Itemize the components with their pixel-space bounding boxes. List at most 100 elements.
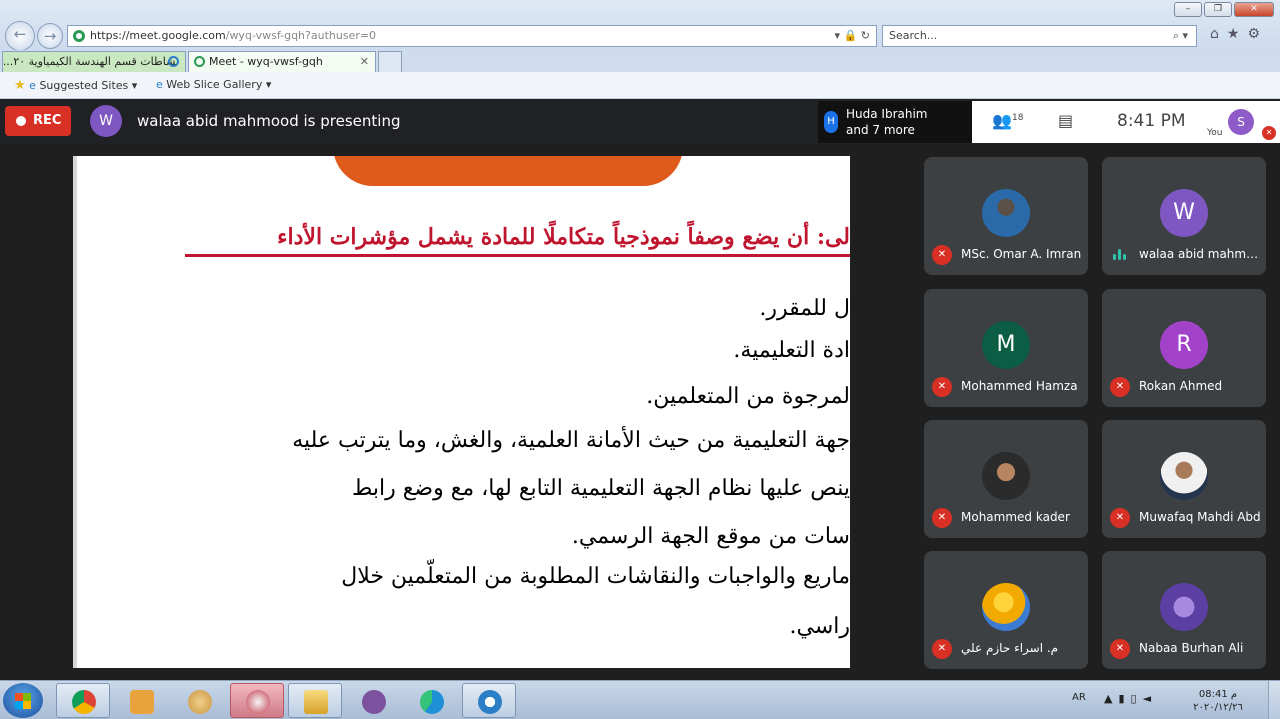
- meeting-clock: 8:41 PM: [1117, 111, 1186, 131]
- participant-name: Mohammed Hamza: [961, 379, 1078, 393]
- participant-tile[interactable]: ✕ Nabaa Burhan Ali: [1102, 551, 1266, 669]
- media-player-icon: [130, 690, 154, 714]
- taskbar-edge[interactable]: [404, 683, 458, 718]
- mic-off-icon: ✕: [1110, 377, 1130, 397]
- slide-line: ماريع والواجبات والنقاشات المطلوبة من ال…: [341, 564, 850, 589]
- language-indicator[interactable]: AR: [1072, 692, 1086, 703]
- participant-tile[interactable]: W walaa abid mahmood: [1102, 157, 1266, 275]
- speaking-indicator-icon: [1112, 248, 1128, 262]
- new-tab-button[interactable]: [378, 51, 402, 72]
- refresh-icon[interactable]: ↻: [861, 29, 870, 42]
- mic-off-icon: ✕: [1110, 508, 1130, 528]
- tab-chemical-engineering[interactable]: نشاطات قسم الهندسة الكيمياوية ٢٠...: [2, 51, 186, 72]
- slide-line: ادة التعليمية.: [733, 338, 850, 363]
- volume-icon[interactable]: ◄: [1143, 692, 1157, 705]
- lock-icon[interactable]: 🔒: [844, 29, 858, 42]
- self-avatar[interactable]: S: [1228, 109, 1254, 135]
- windows-logo-icon-lower: [15, 701, 31, 709]
- ie-icon: e: [156, 78, 163, 91]
- tray-date: ٢٠٢٠/١٢/٢٦: [1193, 702, 1243, 713]
- slide-line: ينص عليها نظام الجهة التعليمية التابع له…: [351, 476, 850, 501]
- tab-meet[interactable]: Meet - wyq-vwsf-gqh ✕: [188, 51, 376, 72]
- mic-off-icon: ✕: [932, 377, 952, 397]
- participant-tile[interactable]: ✕ Muwafaq Mahdi Abd: [1102, 420, 1266, 538]
- participant-avatar: M: [982, 321, 1030, 369]
- taskbar-snipping-tool[interactable]: [230, 683, 284, 718]
- tray-clock[interactable]: 08:41 م ٢٠٢٠/١٢/٢٦: [1188, 688, 1248, 714]
- favorites-star-icon[interactable]: ★: [1227, 26, 1240, 42]
- participant-photo: [982, 583, 1030, 631]
- viber-icon: [362, 690, 386, 714]
- participant-name: Muwafaq Mahdi Abd: [1139, 510, 1261, 524]
- paint-icon: [188, 690, 212, 714]
- forward-button[interactable]: →: [37, 23, 63, 49]
- address-bar[interactable]: https://meet.google.com/wyq-vwsf-gqh?aut…: [67, 25, 877, 47]
- slide-line: راسي.: [789, 614, 851, 639]
- chat-icon[interactable]: ▤: [1058, 111, 1073, 130]
- slide-line: سات من موقع الجهة الرسمي.: [571, 524, 850, 549]
- web-slice-gallery-label: Web Slice Gallery: [166, 78, 263, 91]
- back-button[interactable]: ←: [5, 21, 35, 51]
- participant-name: Rokan Ahmed: [1139, 379, 1223, 393]
- taskbar-viber[interactable]: [346, 683, 400, 718]
- notification-avatar: H: [824, 111, 838, 133]
- home-icon[interactable]: ⌂: [1210, 26, 1219, 42]
- ie-icon: e: [29, 79, 36, 92]
- start-button[interactable]: [3, 683, 43, 718]
- meet-page-icon: [194, 56, 205, 67]
- participant-name: Nabaa Burhan Ali: [1139, 641, 1244, 655]
- minimize-button[interactable]: –: [1174, 2, 1202, 17]
- participant-photo: [982, 189, 1030, 237]
- arrow-right-icon: →: [43, 27, 57, 45]
- taskbar-explorer[interactable]: [288, 683, 342, 718]
- star-icon: ★: [14, 78, 26, 93]
- participant-name: walaa abid mahmood: [1139, 247, 1263, 261]
- people-count: 18: [1012, 113, 1024, 123]
- chevron-down-icon: ▾: [265, 78, 272, 91]
- participant-tile[interactable]: ✕ MSc. Omar A. Imran: [924, 157, 1088, 275]
- join-notification[interactable]: H Huda Ibrahim and 7 more: [818, 101, 972, 143]
- shared-slide: لى: أن يضع وصفاً نموذجياً متكاملًا للماد…: [73, 156, 850, 668]
- close-tab-icon[interactable]: ✕: [360, 52, 369, 72]
- close-window-button[interactable]: ✕: [1234, 2, 1274, 17]
- mic-off-icon: ✕: [932, 245, 952, 265]
- battery-icon[interactable]: ▯: [1131, 692, 1143, 705]
- mic-off-icon: ✕: [1262, 126, 1276, 140]
- show-hidden-icon[interactable]: ▲: [1104, 692, 1118, 705]
- taskbar-chrome[interactable]: [56, 683, 110, 718]
- snipping-tool-icon: [246, 690, 270, 714]
- participant-name: MSc. Omar A. Imran: [961, 247, 1082, 261]
- taskbar-media-player[interactable]: [114, 683, 168, 718]
- search-box[interactable]: Search... ⌕ ▾: [882, 25, 1197, 47]
- mic-off-icon: ✕: [932, 508, 952, 528]
- slide-line: جهة التعليمية من حيث الأمانة العلمية، وا…: [292, 428, 850, 453]
- participant-tile[interactable]: M ✕ Mohammed Hamza: [924, 289, 1088, 407]
- gear-icon[interactable]: ⚙: [1247, 26, 1260, 42]
- browser-icons: ⌂ ★ ⚙: [1210, 26, 1260, 42]
- maximize-button[interactable]: ❐: [1204, 2, 1232, 17]
- network-icon[interactable]: ▮: [1118, 692, 1130, 705]
- participant-tile[interactable]: ✕ Mohammed kader: [924, 420, 1088, 538]
- dropdown-icon[interactable]: ▾: [835, 29, 841, 42]
- participant-tile[interactable]: ✕ م. اسراء حازم علي: [924, 551, 1088, 669]
- participant-photo: [1160, 583, 1208, 631]
- url-path: /wyq-vwsf-gqh?authuser=0: [225, 29, 377, 42]
- show-desktop-button[interactable]: [1268, 681, 1280, 719]
- notification-line1: Huda Ibrahim: [846, 107, 928, 121]
- web-slice-gallery-link[interactable]: e Web Slice Gallery ▾: [156, 78, 271, 91]
- suggested-sites-link[interactable]: ★ e Suggested Sites ▾: [14, 78, 137, 93]
- taskbar-paint[interactable]: [172, 683, 226, 718]
- presenter-avatar: W: [90, 105, 122, 137]
- search-icon[interactable]: ⌕ ▾: [1173, 26, 1188, 46]
- taskbar-internet-explorer[interactable]: [462, 683, 516, 718]
- people-icon[interactable]: 👥: [992, 111, 1014, 133]
- window-controls: – ❐ ✕: [1174, 2, 1274, 17]
- url-host: https://meet.google.com: [90, 29, 226, 42]
- edge-icon: [420, 690, 444, 714]
- search-placeholder: Search...: [889, 29, 938, 42]
- slide-title: لى: أن يضع وصفاً نموذجياً متكاملًا للماد…: [277, 224, 850, 250]
- browser-toolbar: – ❐ ✕ ← → https://meet.google.com/wyq-vw…: [0, 0, 1280, 51]
- participant-photo: [1160, 452, 1208, 500]
- participant-tile[interactable]: R ✕ Rokan Ahmed: [1102, 289, 1266, 407]
- mic-off-icon: ✕: [932, 639, 952, 659]
